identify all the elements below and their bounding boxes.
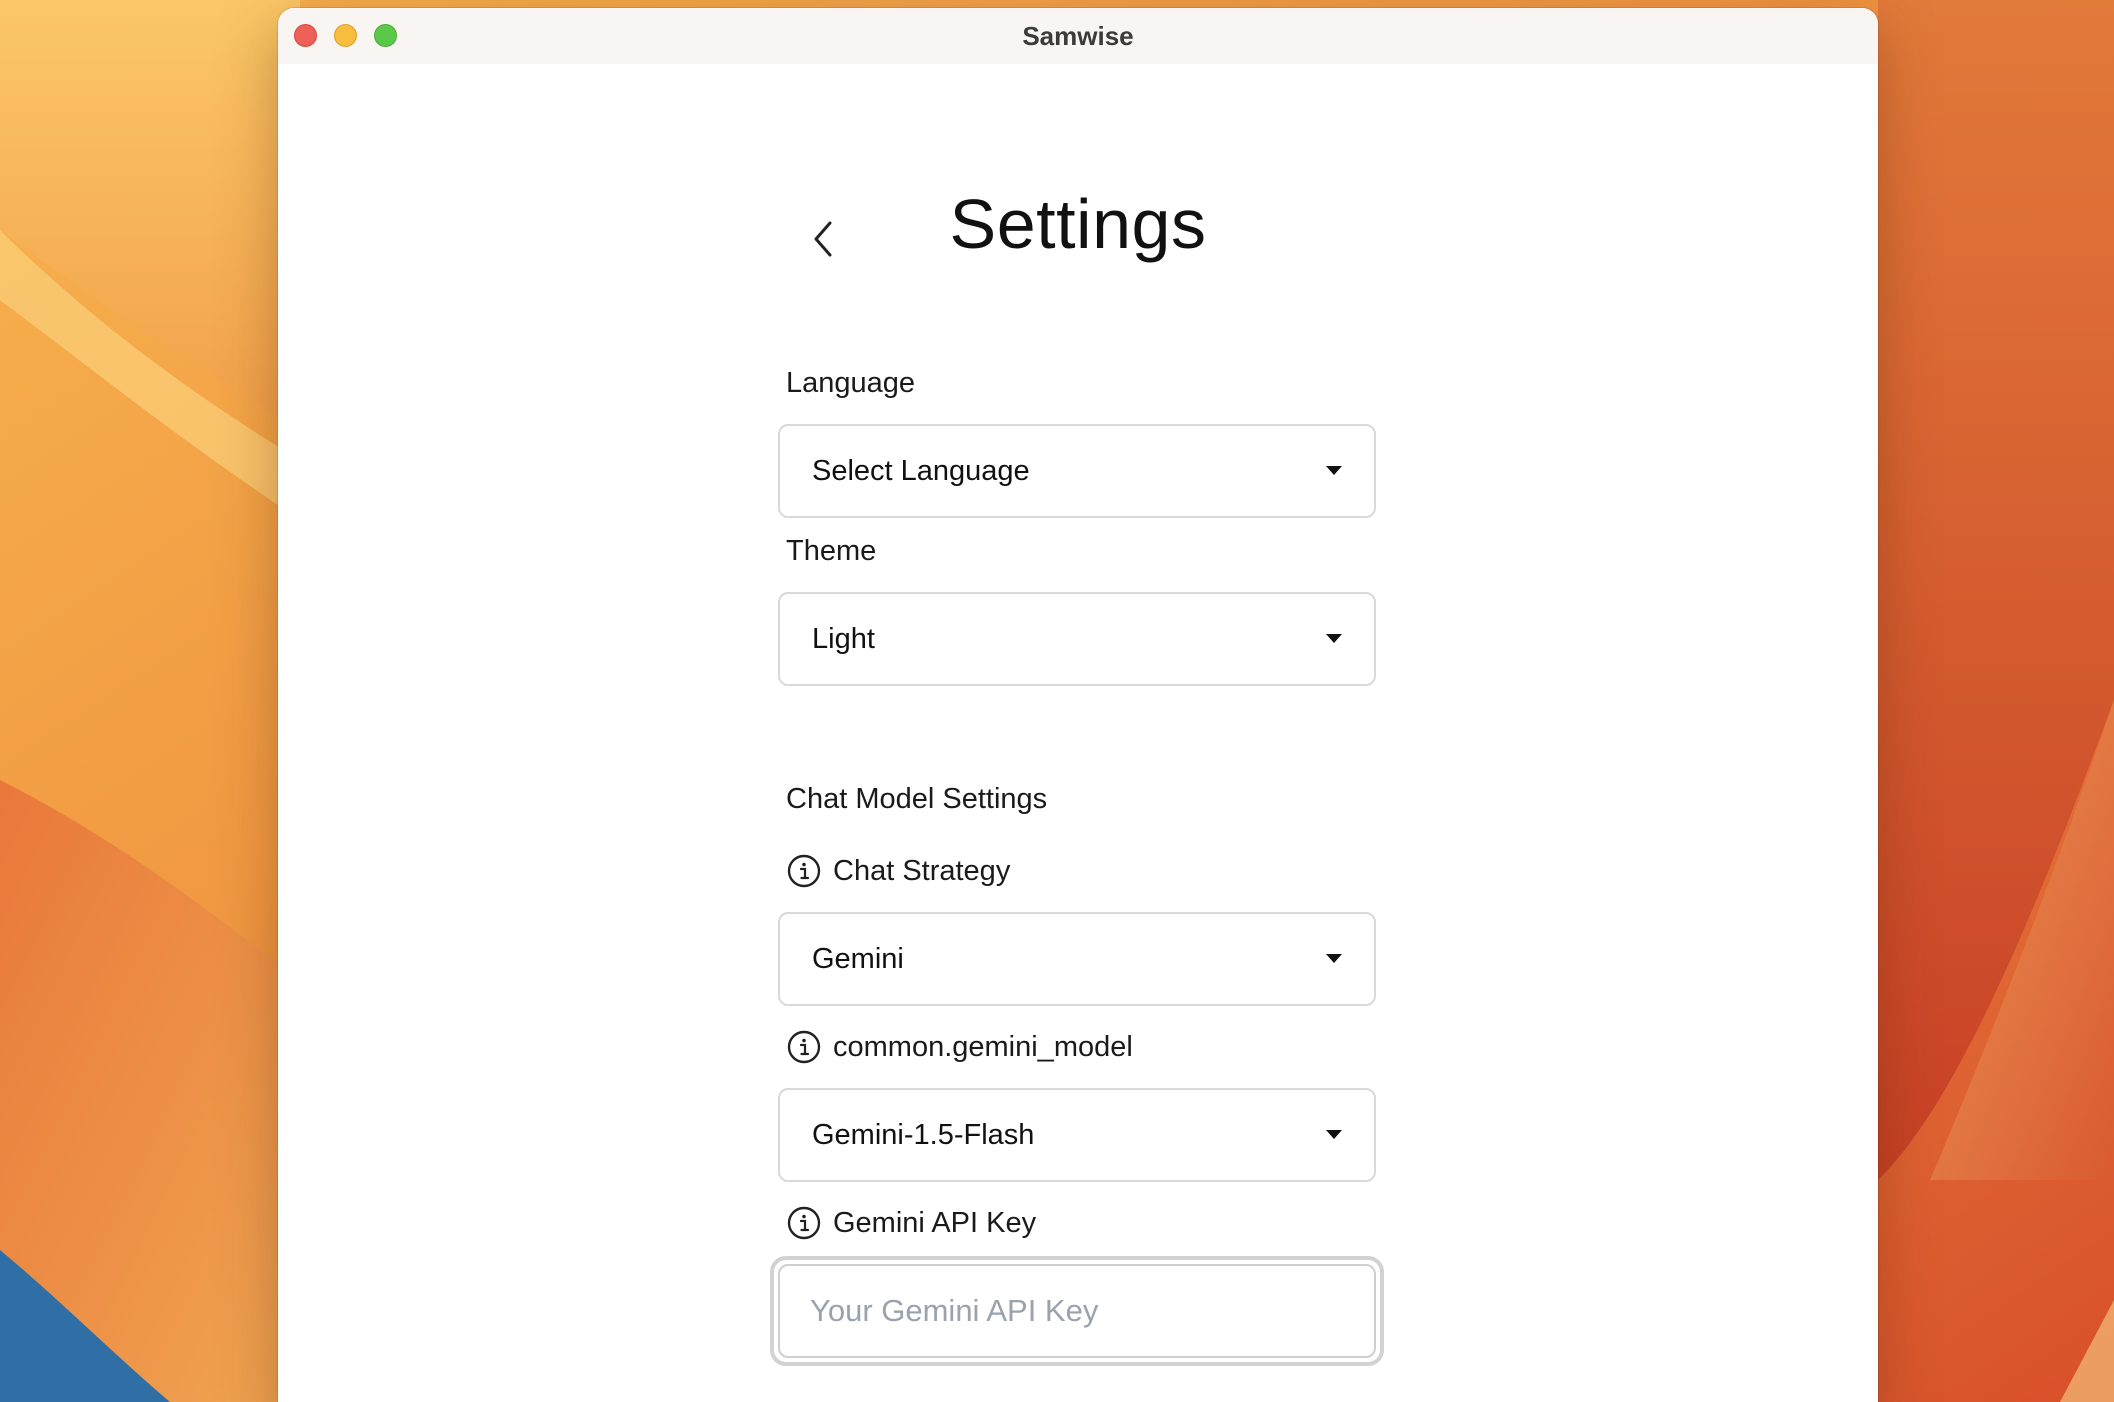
gemini-model-select[interactable]: Gemini-1.5-Flash <box>778 1088 1376 1182</box>
chat-model-section-title: Chat Model Settings <box>786 783 1048 815</box>
language-label: Language <box>786 367 916 399</box>
caret-down-icon <box>1326 634 1342 643</box>
gemini-api-key-focus-ring <box>770 1256 1384 1366</box>
chat-strategy-label-text: Chat Strategy <box>833 854 1011 887</box>
gemini-api-key-input[interactable] <box>778 1264 1376 1358</box>
page-title: Settings <box>949 185 1207 263</box>
window-title: Samwise <box>1022 21 1134 51</box>
language-select-value: Select Language <box>812 455 1030 487</box>
gemini-api-key-label: Gemini API Key <box>787 1206 1036 1240</box>
chat-strategy-label: Chat Strategy <box>787 854 1010 888</box>
info-icon[interactable] <box>787 1030 821 1064</box>
caret-down-icon <box>1326 1130 1342 1139</box>
gemini-model-label-text: common.gemini_model <box>833 1030 1133 1063</box>
app-window: Samwise Settings Language Select Languag… <box>278 8 1878 1402</box>
settings-page: Settings Language Select Language Theme … <box>278 64 1878 1402</box>
chat-strategy-select-value: Gemini <box>812 943 904 975</box>
language-select[interactable]: Select Language <box>778 424 1376 518</box>
gemini-model-select-value: Gemini-1.5-Flash <box>812 1119 1035 1151</box>
theme-select-value: Light <box>812 623 875 655</box>
caret-down-icon <box>1326 466 1342 475</box>
chat-strategy-select[interactable]: Gemini <box>778 912 1376 1006</box>
theme-label: Theme <box>786 535 877 567</box>
info-icon[interactable] <box>787 854 821 888</box>
gemini-api-key-label-text: Gemini API Key <box>833 1206 1037 1239</box>
gemini-model-label: common.gemini_model <box>787 1030 1133 1064</box>
theme-select[interactable]: Light <box>778 592 1376 686</box>
caret-down-icon <box>1326 954 1342 963</box>
info-icon[interactable] <box>787 1206 821 1240</box>
window-titlebar[interactable]: Samwise <box>278 8 1878 64</box>
